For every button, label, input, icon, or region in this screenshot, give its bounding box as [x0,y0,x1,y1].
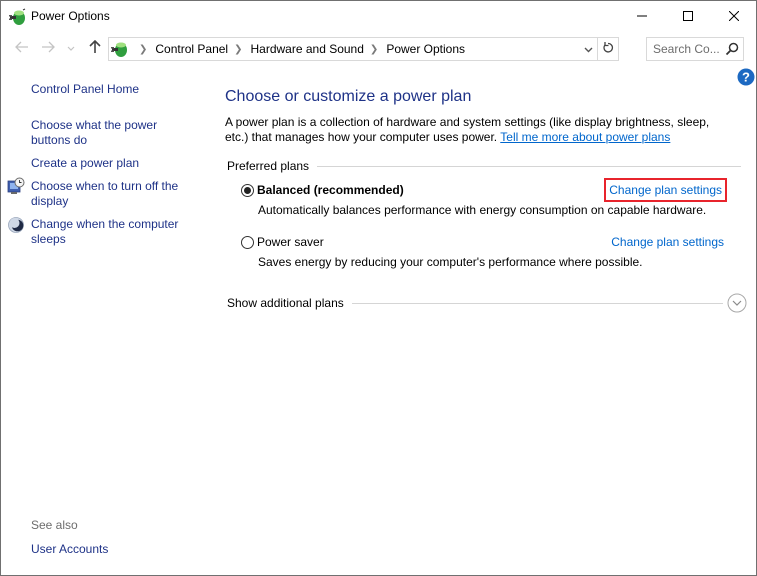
refresh-icon [602,41,614,57]
back-arrow-icon [15,41,29,56]
svg-text:?: ? [742,70,750,85]
see-also-heading: See also [31,518,78,532]
sidebar-item-label: Create a power plan [31,156,140,170]
show-additional-plans[interactable]: Show additional plans [227,293,747,313]
left-navigation-pane: Control Panel Home Choose what the power… [1,71,211,571]
close-button[interactable] [711,1,757,32]
breadcrumb-hardware-and-sound[interactable]: Hardware and Sound [251,42,364,56]
page-description: A power plan is a collection of hardware… [225,115,735,145]
sidebar-item-label: display [31,194,69,208]
maximize-icon [683,10,693,24]
address-dropdown-button[interactable] [580,38,596,60]
preferred-plans-label: Preferred plans [227,159,310,173]
chevron-down-icon [584,42,593,56]
plan-description: Automatically balances performance with … [258,203,707,217]
chevron-down-icon [67,41,75,55]
search-box[interactable] [646,37,744,61]
sidebar-item-label: Choose when to turn off the [31,179,179,193]
balanced-radio[interactable] [241,184,254,197]
breadcrumb-control-panel[interactable]: Control Panel [155,42,228,56]
sidebar-item-computer-sleeps[interactable]: Change when the computer sleeps [31,217,178,247]
sidebar-item-label: Choose what the power [31,118,158,132]
forward-arrow-icon [41,41,55,56]
page-title: Choose or customize a power plan [225,88,472,105]
change-plan-settings-link-balanced[interactable]: Change plan settings [604,178,727,202]
power-options-icon [111,40,129,58]
plan-name[interactable]: Balanced (recommended) [257,183,404,197]
refresh-button[interactable] [597,38,618,60]
divider [351,302,723,304]
search-input[interactable] [653,38,723,60]
breadcrumb: ❯ Control Panel ❯ Hardware and Sound ❯ P… [133,38,465,60]
up-arrow-icon [89,39,101,57]
sidebar-item-label: Change when the computer [31,217,179,231]
sleep-moon-icon [7,216,25,234]
title-bar: Power Options [1,1,756,32]
plan-description: Saves energy by reducing your computer's… [258,255,643,269]
help-icon[interactable]: ? [737,68,755,86]
minimize-button[interactable] [619,1,665,32]
forward-button[interactable] [39,39,57,57]
maximize-button[interactable] [665,1,711,32]
sidebar-item-create-power-plan[interactable]: Create a power plan [31,156,139,171]
power-saver-radio[interactable] [241,236,254,249]
breadcrumb-power-options[interactable]: Power Options [386,42,465,56]
change-plan-settings-link-power-saver[interactable]: Change plan settings [611,235,724,249]
navigation-bar: ❯ Control Panel ❯ Hardware and Sound ❯ P… [1,33,756,63]
sidebar-item-turn-off-display[interactable]: Choose when to turn off the display [31,179,178,209]
divider [317,165,741,167]
breadcrumb-separator-icon[interactable]: ❯ [139,44,147,55]
display-clock-icon [7,177,25,195]
chevron-down-circle-icon[interactable] [727,293,747,313]
recent-locations-button[interactable] [65,39,77,57]
minimize-icon [637,10,647,24]
breadcrumb-separator-icon[interactable]: ❯ [370,44,378,55]
tell-me-more-link[interactable]: Tell me more about power plans [500,130,670,144]
power-options-window: Power Options ❯ Control Panel ❯ Hardware… [0,0,757,576]
plan-name[interactable]: Power saver [257,235,324,249]
breadcrumb-separator-icon[interactable]: ❯ [234,44,242,55]
window-title: Power Options [31,9,110,23]
close-icon [728,10,740,24]
sidebar-item-power-buttons[interactable]: Choose what the power buttons do [31,118,157,148]
preferred-plans-group: Preferred plans [227,159,741,173]
sidebar-item-label: sleeps [31,232,66,246]
search-icon[interactable] [725,42,739,56]
sidebar-item-label: buttons do [31,133,88,147]
control-panel-home-link[interactable]: Control Panel Home [31,82,139,97]
address-bar[interactable]: ❯ Control Panel ❯ Hardware and Sound ❯ P… [108,37,619,61]
back-button[interactable] [13,39,31,57]
show-additional-plans-label[interactable]: Show additional plans [227,296,344,310]
user-accounts-link[interactable]: User Accounts [31,542,108,557]
power-options-icon [9,8,27,26]
up-button[interactable] [86,39,104,57]
